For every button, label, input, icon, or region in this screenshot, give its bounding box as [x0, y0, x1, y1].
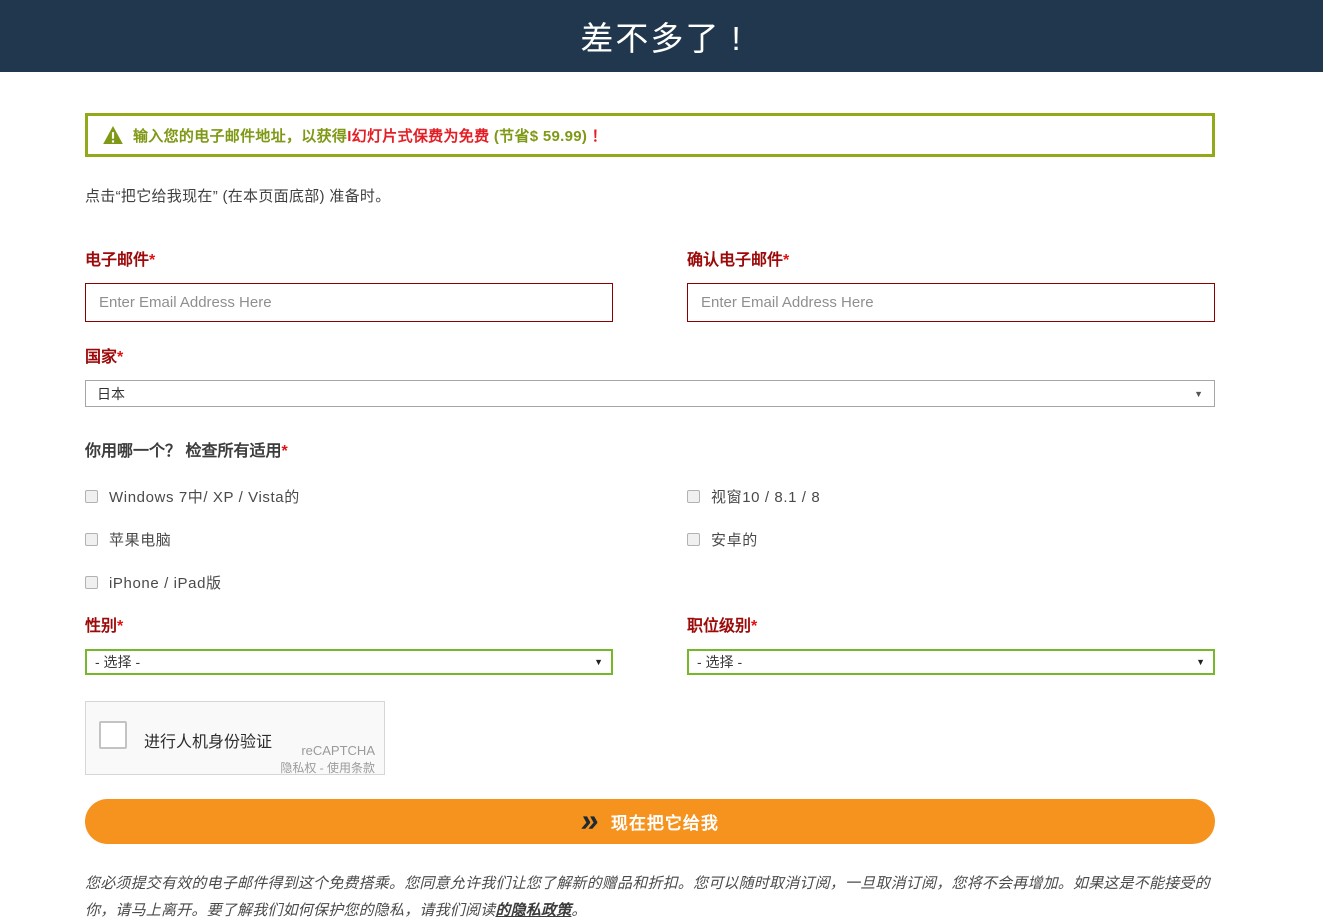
job-level-select[interactable]: - 选择 - ▼	[687, 649, 1215, 675]
warning-icon	[103, 126, 123, 144]
chevron-down-icon: ▼	[1194, 388, 1203, 399]
submit-button-label: 现在把它给我	[610, 814, 719, 833]
page-header: 差不多了 !	[0, 0, 1323, 72]
alert-banner: 输入您的电子邮件地址，以获得I幻灯片式保费为免费 (节省$ 59.99) ！	[85, 113, 1215, 157]
country-select-value: 日本	[97, 385, 125, 402]
checkbox-row-windows7: Windows 7中/ XP / Vista的	[85, 475, 613, 518]
alert-text-red-2: ！	[591, 127, 607, 145]
checkbox-iphone-label: iPhone / iPad版	[109, 575, 222, 592]
checkbox-iphone[interactable]	[85, 576, 98, 589]
confirm-email-required-mark: *	[783, 252, 790, 269]
form-container: 输入您的电子邮件地址，以获得I幻灯片式保费为免费 (节省$ 59.99) ！ 点…	[85, 113, 1215, 924]
confirm-email-label: 确认电子邮件*	[687, 252, 790, 269]
country-label: 国家*	[85, 349, 124, 366]
usage-label: 你用哪一个？ 检查所有适用*	[85, 443, 288, 460]
recaptcha-brand: reCAPTCHA	[301, 743, 375, 758]
checkbox-mac[interactable]	[85, 533, 98, 546]
email-required-mark: *	[149, 252, 156, 269]
chevron-down-icon: ▼	[1196, 657, 1205, 667]
chevron-down-icon: ▼	[594, 657, 603, 667]
alert-text: 输入您的电子邮件地址，以获得I幻灯片式保费为免费 (节省$ 59.99) ！	[133, 125, 607, 146]
usage-options: Windows 7中/ XP / Vista的 视窗10 / 8.1 / 8 苹…	[85, 475, 1215, 604]
checkbox-windows10-label: 视窗10 / 8.1 / 8	[711, 489, 821, 506]
usage-required-mark: *	[281, 443, 288, 460]
country-required-mark: *	[117, 349, 124, 366]
alert-text-green-2: (节省$ 59.99)	[489, 127, 592, 145]
job-level-select-value: - 选择 -	[697, 654, 743, 670]
checkbox-row-iphone: iPhone / iPad版	[85, 561, 613, 604]
checkbox-windows10[interactable]	[687, 490, 700, 503]
job-level-required-mark: *	[751, 618, 758, 635]
checkbox-mac-label: 苹果电脑	[109, 532, 172, 549]
country-select[interactable]: 日本 ▼	[85, 380, 1215, 407]
confirm-email-input[interactable]	[687, 283, 1215, 322]
checkbox-android[interactable]	[687, 533, 700, 546]
gender-select[interactable]: - 选择 - ▼	[85, 649, 613, 675]
gender-label: 性别*	[85, 618, 124, 635]
alert-text-red-1: I幻灯片式保费为免费	[347, 127, 490, 145]
checkbox-row-android: 安卓的	[687, 518, 1215, 561]
privacy-policy-link[interactable]: 的隐私政策	[495, 902, 571, 919]
double-chevron-icon: »	[578, 801, 602, 838]
footer-text: 您必须提交有效的电子邮件得到这个免费搭乘。您同意允许我们让您了解新的赠品和折扣。…	[85, 875, 1210, 919]
recaptcha-privacy-terms-links[interactable]: 隐私权 - 使用条款	[280, 759, 375, 776]
email-label: 电子邮件*	[85, 252, 156, 269]
alert-text-green-1: 输入您的电子邮件地址，以获得	[133, 127, 348, 145]
checkbox-row-windows10: 视窗10 / 8.1 / 8	[687, 475, 1215, 518]
footer-disclaimer: 您必须提交有效的电子邮件得到这个免费搭乘。您同意允许我们让您了解新的赠品和折扣。…	[85, 870, 1215, 924]
gender-select-value: - 选择 -	[95, 654, 141, 670]
recaptcha-checkbox[interactable]	[99, 721, 127, 749]
checkbox-windows7-label: Windows 7中/ XP / Vista的	[109, 489, 300, 506]
checkbox-android-label: 安卓的	[711, 532, 758, 549]
checkbox-row-mac: 苹果电脑	[85, 518, 613, 561]
email-input[interactable]	[85, 283, 613, 322]
recaptcha-widget: 进行人机身份验证 reCAPTCHA 隐私权 - 使用条款	[85, 701, 385, 775]
gender-required-mark: *	[117, 618, 124, 635]
intro-text: 点击“把它给我现在” (在本页面底部) 准备时。	[85, 188, 391, 205]
job-level-label: 职位级别*	[687, 618, 758, 635]
checkbox-windows7[interactable]	[85, 490, 98, 503]
page-title: 差不多了 !	[580, 20, 743, 57]
footer-text-end: 。	[571, 902, 587, 919]
recaptcha-label: 进行人机身份验证	[144, 734, 273, 751]
submit-button[interactable]: » 现在把它给我	[85, 799, 1215, 844]
